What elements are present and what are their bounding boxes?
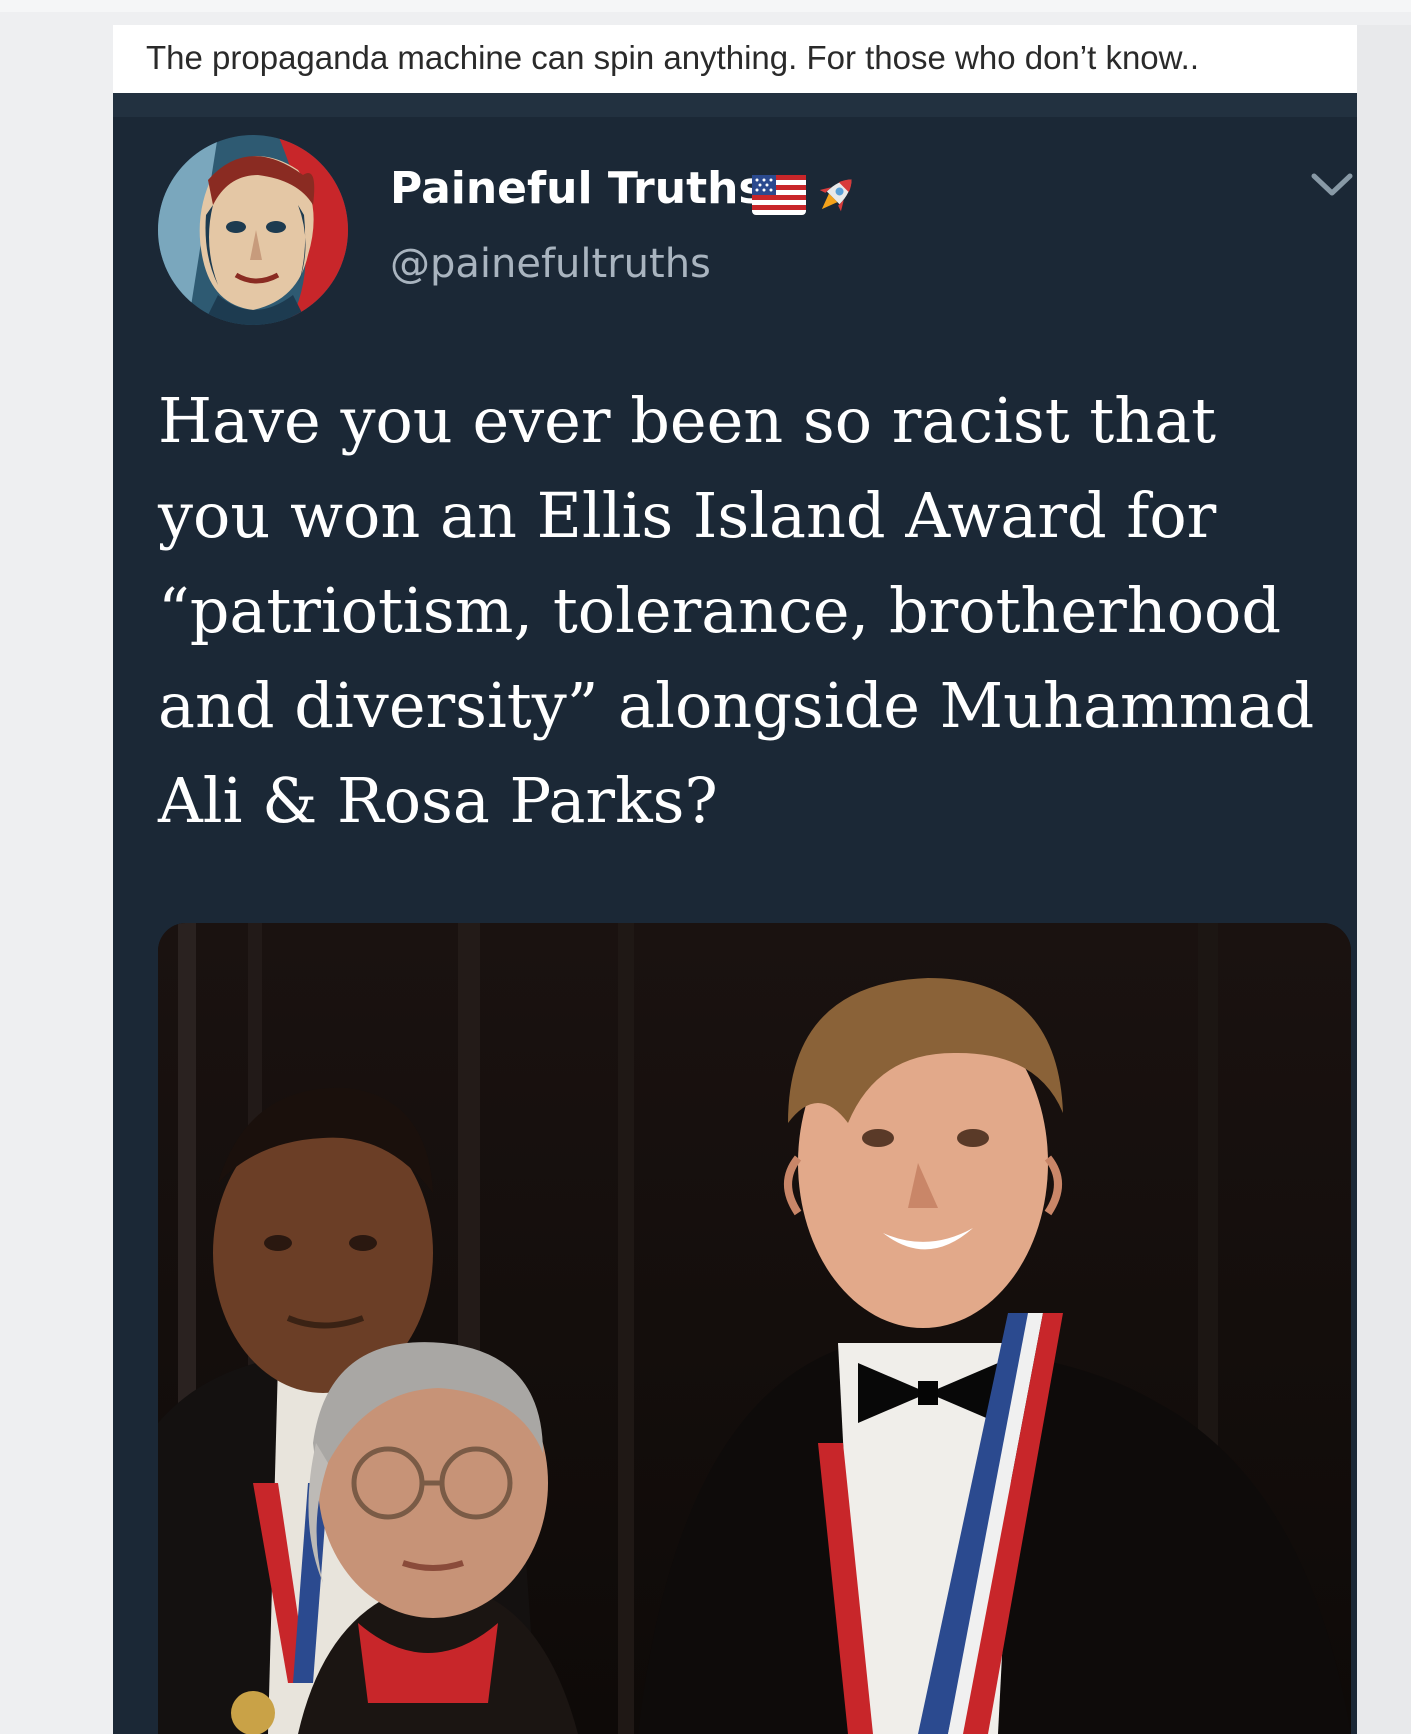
avatar-portrait-icon [158,135,348,325]
tweet-text-line: Have you ever been so racist that [158,384,1217,457]
tweet-text-line: Ali & Rosa Parks? [158,764,718,837]
post-card: The propaganda machine can spin anything… [113,25,1357,1734]
tweet-text: Have you ever been so racist that you wo… [158,373,1348,848]
tweet-text-line: and diversity” alongside Muhammad [158,669,1315,742]
page: The propaganda machine can spin anything… [0,0,1411,1734]
tweet-text-line: you won an Ellis Island Award for [158,479,1217,552]
tweet-screenshot: Paineful Truths @painefultruths Have you… [113,93,1357,1734]
top-strip [0,0,1411,12]
tweet-photo[interactable] [158,923,1351,1734]
us-flag-icon [752,175,806,215]
tweet-text-line: “patriotism, tolerance, brotherhood [158,574,1282,647]
right-side-panel [1357,25,1411,1734]
display-name[interactable]: Paineful Truths [390,163,765,214]
avatar[interactable] [158,135,348,325]
user-handle[interactable]: @painefultruths [390,241,711,287]
chevron-down-icon[interactable] [1309,170,1355,200]
tweet-top-bar [113,93,1357,117]
rocket-icon [819,179,852,212]
award-photo-image [158,923,1351,1734]
post-caption: The propaganda machine can spin anything… [146,39,1200,76]
display-name-emojis [752,171,860,219]
post-caption-area: The propaganda machine can spin anything… [113,25,1357,93]
